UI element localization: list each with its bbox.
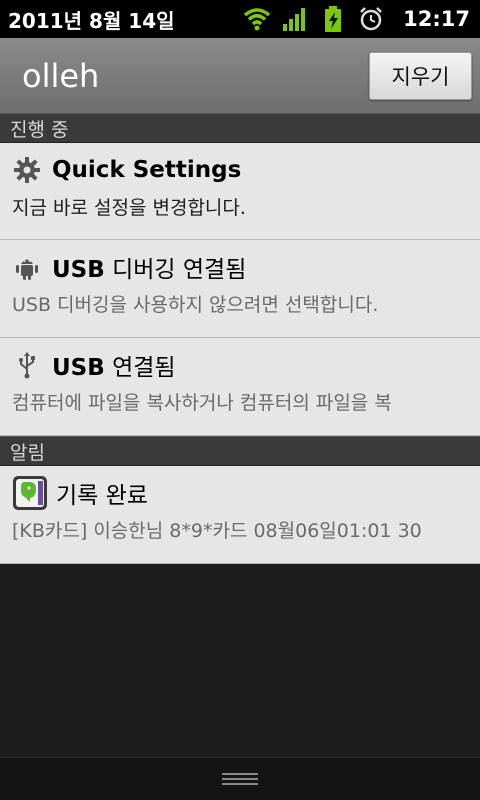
drag-handle-bar[interactable] [0, 757, 480, 800]
android-bug-icon [12, 252, 42, 282]
notification-title: 기록 완료 [56, 483, 148, 509]
notification-title: USB 연결됨 [52, 355, 176, 381]
status-date: 2011년 8월 14일 [8, 8, 175, 33]
alarm-clock-icon [357, 6, 385, 32]
notification-text: USB 디버깅을 사용하지 않으려면 선택합니다. [12, 294, 379, 316]
notification-quick-settings[interactable]: Quick Settings 지금 바로 설정을 변경합니다. [0, 143, 480, 240]
notification-title: Quick Settings [52, 157, 242, 183]
notification-title: USB 디버깅 연결됨 [52, 257, 247, 283]
wifi-icon [243, 6, 271, 32]
notification-evernote[interactable]: 기록 완료 [KB카드] 이승한님 8*9*카드 08월06일01:01 30 [0, 466, 480, 564]
status-bar: 2011년 8월 14일 12:17 [0, 0, 480, 38]
status-icons: 12:17 [243, 6, 470, 32]
usb-icon [12, 350, 42, 380]
section-header-notifications: 알림 [0, 436, 480, 466]
notification-usb-debugging[interactable]: USB 디버깅 연결됨 USB 디버깅을 사용하지 않으려면 선택합니다. [0, 240, 480, 338]
evernote-app-icon [12, 475, 48, 511]
signal-icon [281, 6, 309, 32]
notification-usb-connected[interactable]: USB 연결됨 컴퓨터에 파일을 복사하거나 컴퓨터의 파일을 복 [0, 338, 480, 436]
notification-text: [KB카드] 이승한님 8*9*카드 08월06일01:01 30 [12, 520, 422, 542]
carrier-bar: olleh 지우기 [0, 38, 480, 113]
notification-text: 컴퓨터에 파일을 복사하거나 컴퓨터의 파일을 복 [12, 392, 392, 414]
battery-charging-icon [319, 6, 347, 32]
status-time: 12:17 [403, 7, 470, 31]
clear-all-button[interactable]: 지우기 [369, 51, 472, 100]
carrier-name: olleh [22, 56, 100, 95]
section-header-ongoing: 진행 중 [0, 113, 480, 143]
notification-text: 지금 바로 설정을 변경합니다. [12, 197, 246, 219]
drag-handle-icon[interactable] [222, 773, 258, 785]
gear-icon [12, 155, 42, 185]
